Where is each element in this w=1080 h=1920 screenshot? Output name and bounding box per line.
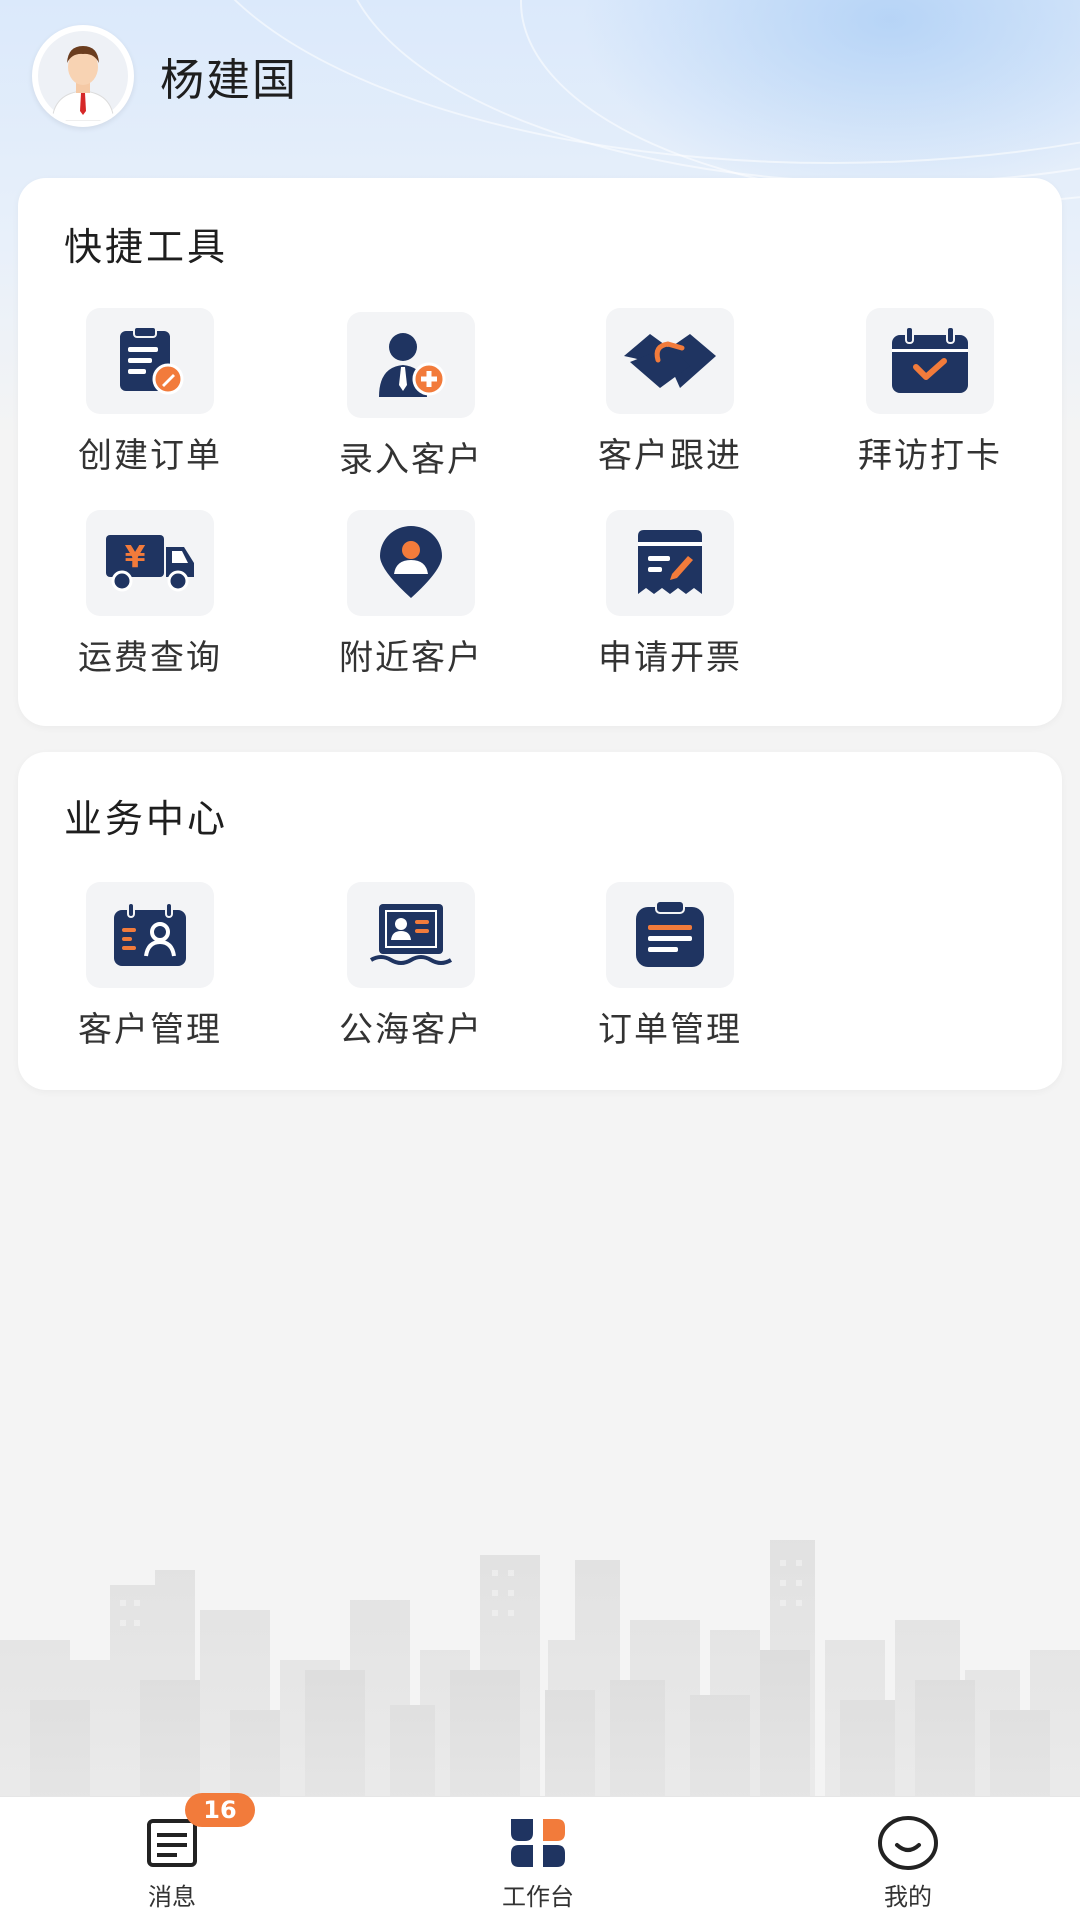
customer-card-icon [114,902,186,966]
tool-label: 客户跟进 [598,436,742,476]
tool-customer-followup[interactable]: 客户跟进 [570,308,770,477]
user-header: 杨建国 [32,25,298,127]
handshake-icon [624,334,716,388]
workbench-screen: 杨建国 快捷工具 创建订单 录入客户 客户跟进 拜访打卡 ¥ 运费查询 附近客户… [0,0,1080,1920]
user-name: 杨建国 [160,55,298,106]
tool-label: 申请开票 [598,638,742,678]
quick-tools-title: 快捷工具 [64,225,229,269]
smile-icon [878,1816,938,1870]
biz-customer-management[interactable]: 客户管理 [50,882,250,1051]
tool-label: 公海客户 [339,1010,483,1050]
biz-sea-customers[interactable]: 公海客户 [311,882,511,1051]
svg-text:¥: ¥ [125,540,146,575]
tab-label: 消息 [148,1883,196,1911]
freight-truck-icon: ¥ [106,535,194,592]
tool-create-order[interactable]: 创建订单 [50,308,250,477]
biz-order-management[interactable]: 订单管理 [570,882,770,1051]
tool-label: 录入客户 [339,440,483,480]
add-customer-icon [379,333,446,397]
tab-label: 工作台 [502,1883,574,1911]
tab-messages[interactable]: 16 消息 [72,1793,272,1920]
tool-add-customer[interactable]: 录入客户 [311,312,511,481]
city-skyline-illustration [0,1530,1080,1800]
tool-apply-invoice[interactable]: 申请开票 [570,510,770,679]
business-center-title: 业务中心 [64,797,229,841]
calendar-check-icon [892,326,968,393]
user-avatar-icon [38,31,128,121]
business-center-card: 业务中心 客户管理 公海客户 订单管理 [18,752,1062,1090]
create-order-icon [120,326,184,395]
tool-label: 创建订单 [78,436,222,476]
tool-label: 附近客户 [339,638,483,678]
tool-label: 客户管理 [78,1010,222,1050]
location-pin-icon [380,526,442,598]
sea-customer-icon [369,904,453,965]
tab-mine[interactable]: 我的 [808,1797,1008,1920]
tab-label: 我的 [884,1883,932,1911]
tool-nearby-customers[interactable]: 附近客户 [311,510,511,679]
tool-freight-query[interactable]: ¥ 运费查询 [50,510,250,679]
bottom-tab-bar: 16 消息 工作台 我的 [0,1793,1080,1920]
quick-tools-card: 快捷工具 创建订单 录入客户 客户跟进 拜访打卡 ¥ 运费查询 附近客户 申请开… [18,178,1062,726]
order-clipboard-icon [636,900,704,967]
workbench-icon [511,1819,565,1867]
tool-label: 拜访打卡 [858,436,1002,476]
tool-label: 运费查询 [78,638,222,678]
avatar[interactable] [32,25,134,127]
tool-visit-checkin[interactable]: 拜访打卡 [830,308,1030,477]
tab-workbench[interactable]: 工作台 [438,1797,638,1920]
invoice-icon [638,530,702,594]
unread-count-badge: 16 [185,1793,255,1827]
tool-label: 订单管理 [598,1010,742,1050]
